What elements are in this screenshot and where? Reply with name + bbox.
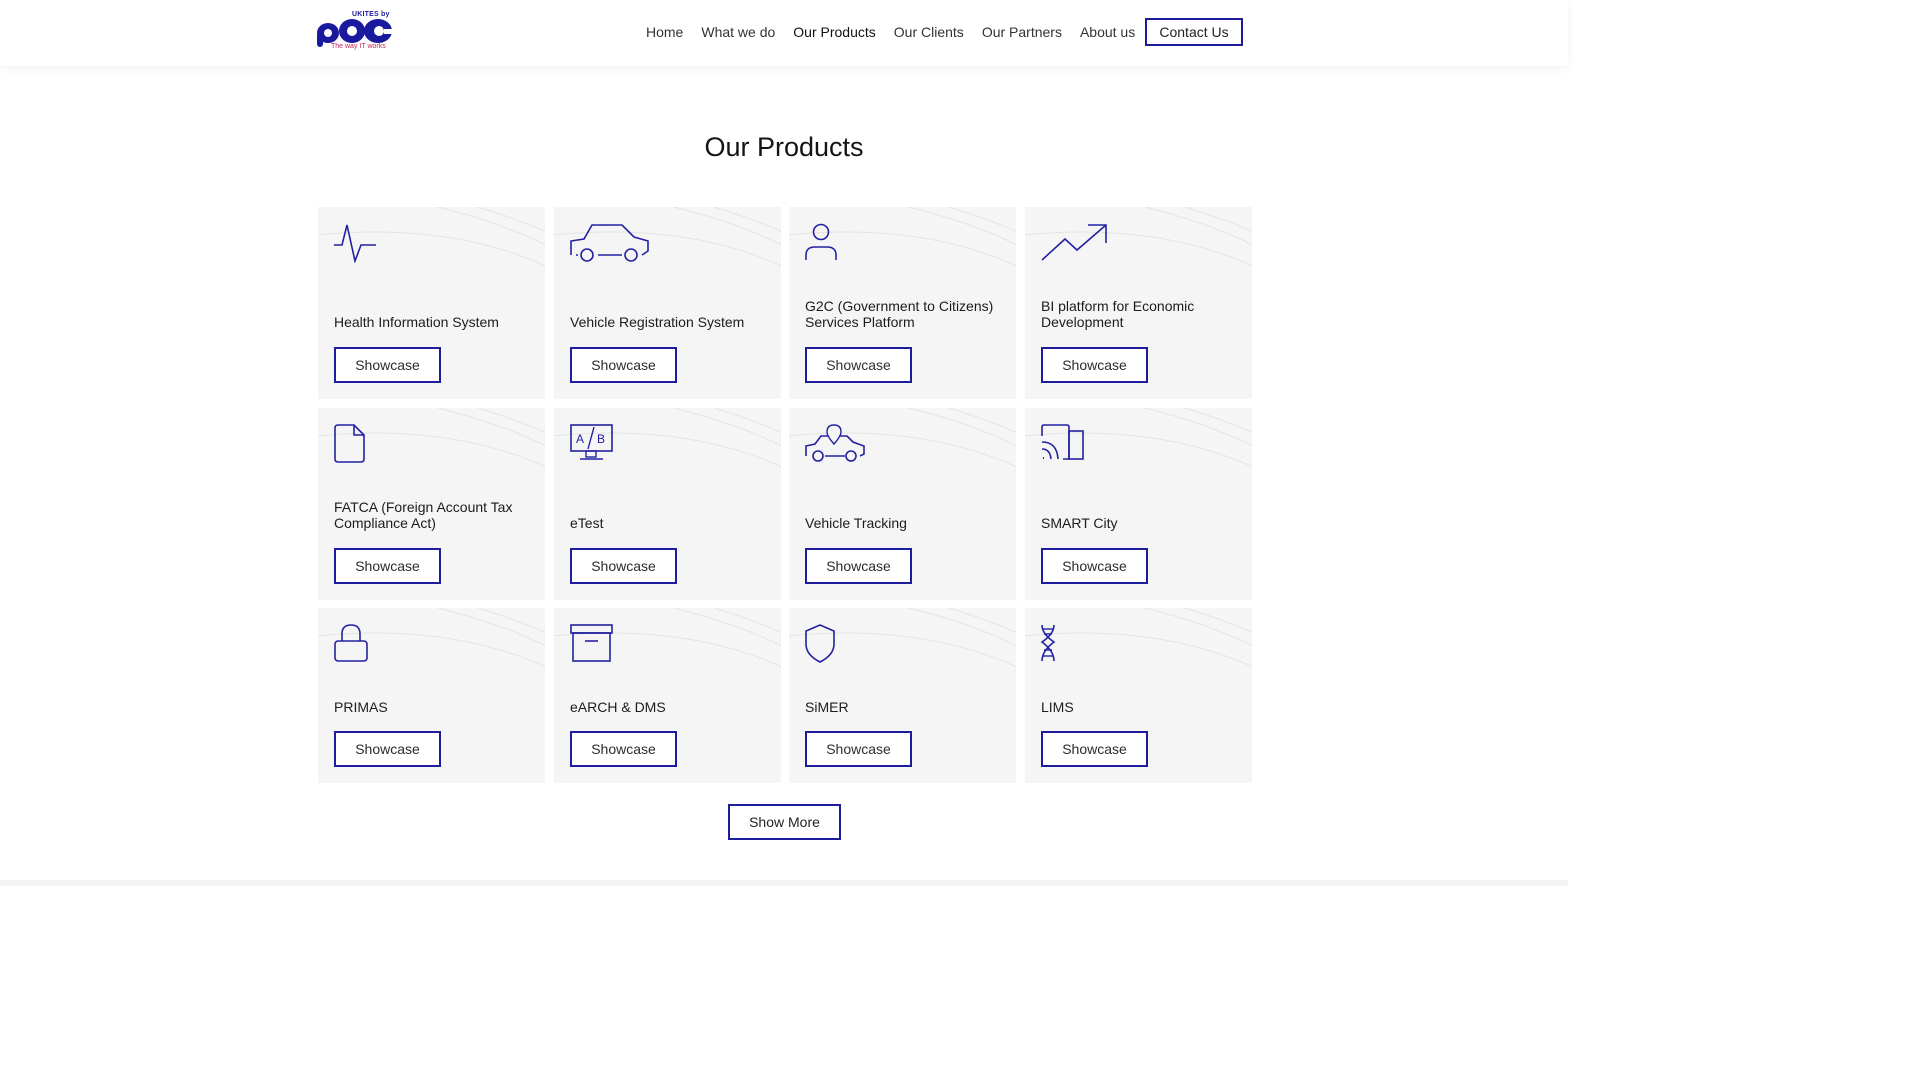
product-card: Health Information System Showcase <box>318 207 545 399</box>
brand-logo[interactable]: UKITES by The way IT works <box>316 11 398 53</box>
product-name: BI platform for Economic Development <box>1041 298 1195 330</box>
product-card: AB eTest Showcase <box>554 408 781 600</box>
product-name: Vehicle Registration System <box>570 314 745 330</box>
showcase-button[interactable]: Showcase <box>1041 548 1148 584</box>
product-name: SiMER <box>805 699 849 715</box>
showcase-button[interactable]: Showcase <box>805 347 912 383</box>
product-name: eARCH & DMS <box>570 699 666 715</box>
site-header: UKITES by The way IT works Home What we … <box>0 0 1568 66</box>
product-name: SMART City <box>1041 515 1118 531</box>
product-card: SiMER Showcase <box>789 608 1016 783</box>
document-icon <box>334 424 365 463</box>
product-card: FATCA (Foreign Account Tax Compliance Ac… <box>318 408 545 600</box>
showcase-button[interactable]: Showcase <box>334 347 441 383</box>
section-title: Our Products <box>704 132 864 162</box>
product-name: LIMS <box>1041 699 1074 715</box>
product-name: PRIMAS <box>334 699 388 715</box>
product-card: Vehicle Registration System Showcase <box>554 207 781 399</box>
showcase-button[interactable]: Showcase <box>805 731 912 767</box>
showcase-button[interactable]: Showcase <box>1041 347 1148 383</box>
svg-text:B: B <box>597 432 605 446</box>
product-card: BI platform for Economic Development Sho… <box>1025 207 1252 399</box>
product-card: LIMS Showcase <box>1025 608 1252 783</box>
product-card: SMART City Showcase <box>1025 408 1252 600</box>
showcase-button[interactable]: Showcase <box>570 731 677 767</box>
footer-edge <box>0 880 1568 886</box>
nav-item-about-us[interactable]: About us <box>1080 24 1135 40</box>
product-card: PRIMAS Showcase <box>318 608 545 783</box>
svg-text:A: A <box>576 432 584 446</box>
archive-box-icon <box>570 624 613 662</box>
trending-up-icon <box>1041 224 1107 261</box>
product-name: eTest <box>570 515 604 531</box>
product-card: Vehicle Tracking Showcase <box>789 408 1016 600</box>
showcase-button[interactable]: Showcase <box>570 548 677 584</box>
product-name: FATCA (Foreign Account Tax Compliance Ac… <box>334 499 513 531</box>
showcase-button[interactable]: Showcase <box>1041 731 1148 767</box>
showcase-button[interactable]: Showcase <box>805 548 912 584</box>
showcase-button[interactable]: Showcase <box>570 347 677 383</box>
heartbeat-icon <box>334 224 376 263</box>
nav-item-our-partners[interactable]: Our Partners <box>982 24 1062 40</box>
showcase-button[interactable]: Showcase <box>334 548 441 584</box>
ab-test-monitor-icon: AB <box>570 424 613 460</box>
dna-icon <box>1041 624 1056 662</box>
car-location-icon <box>805 424 865 462</box>
product-name: G2C (Government to Citizens) Services Pl… <box>805 298 994 330</box>
shield-icon <box>805 624 835 663</box>
user-icon <box>805 223 837 260</box>
showcase-button[interactable]: Showcase <box>334 731 441 767</box>
lock-icon <box>334 624 368 662</box>
contact-us-button[interactable]: Contact Us <box>1145 18 1243 46</box>
show-more-button[interactable]: Show More <box>728 804 841 840</box>
product-name: Health Information System <box>334 314 499 330</box>
logo-tagline: The way IT works <box>331 43 386 50</box>
nav-item-what-we-do[interactable]: What we do <box>701 24 775 40</box>
nav-item-home[interactable]: Home <box>646 24 683 40</box>
product-name: Vehicle Tracking <box>805 515 907 531</box>
product-card: G2C (Government to Citizens) Services Pl… <box>789 207 1016 399</box>
product-card: eARCH & DMS Showcase <box>554 608 781 783</box>
cast-devices-icon <box>1041 424 1084 460</box>
nav-item-our-products[interactable]: Our Products <box>793 24 875 40</box>
nav-item-our-clients[interactable]: Our Clients <box>894 24 964 40</box>
car-icon <box>570 224 649 262</box>
main-nav: Home What we do Our Products Our Clients… <box>646 18 1153 46</box>
